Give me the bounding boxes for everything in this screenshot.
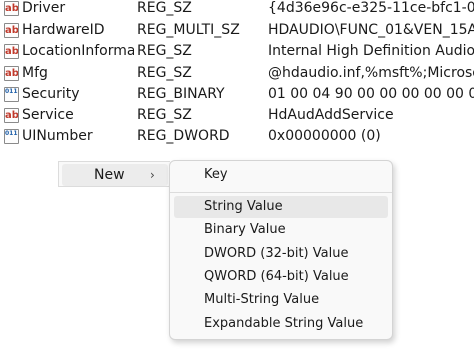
submenu-item-label: Binary Value: [204, 222, 286, 237]
value-data: @hdaudio.inf,%msft%;Microsoft: [268, 65, 474, 81]
value-data: 0x00000000 (0): [268, 128, 381, 144]
submenu-item-qword-value[interactable]: QWORD (64-bit) Value: [174, 266, 388, 288]
value-type: REG_DWORD: [137, 128, 230, 144]
submenu-item-label: Multi-String Value: [204, 292, 320, 307]
submenu-item-label: Expandable String Value: [204, 316, 364, 331]
registry-value-row[interactable]: ab Service REG_SZ HdAudAddService: [0, 105, 474, 126]
value-type: REG_SZ: [137, 0, 192, 16]
value-type: REG_SZ: [137, 107, 192, 123]
string-value-icon: ab: [4, 66, 19, 81]
value-name: HardwareID: [22, 22, 105, 38]
registry-value-row[interactable]: ab LocationInformat... REG_SZ Internal H…: [0, 41, 474, 62]
registry-value-row[interactable]: ab HardwareID REG_MULTI_SZ HDAUDIO\FUNC_…: [0, 20, 474, 41]
menu-item-new[interactable]: New ›: [62, 164, 168, 186]
string-value-icon: ab: [4, 44, 19, 59]
value-data: Internal High Definition Audio Bus: [268, 43, 474, 59]
submenu-item-key[interactable]: Key: [174, 164, 388, 186]
string-value-icon: ab: [4, 108, 19, 123]
submenu-item-label: String Value: [204, 199, 283, 214]
binary-value-icon: 011 110: [4, 129, 19, 144]
value-name: Driver: [22, 0, 66, 16]
context-menu: New ›: [58, 161, 170, 187]
registry-value-row[interactable]: 011 110 UINumber REG_DWORD 0x00000000 (0…: [0, 126, 474, 147]
value-name: UINumber: [22, 128, 93, 144]
submenu-item-label: Key: [204, 167, 228, 182]
registry-value-row[interactable]: ab Driver REG_SZ {4d36e96c-e325-11ce-bfc…: [0, 0, 474, 19]
registry-value-row[interactable]: 011 110 Security REG_BINARY 01 00 04 90 …: [0, 84, 474, 105]
registry-value-row[interactable]: ab Mfg REG_SZ @hdaudio.inf,%msft%;Micros…: [0, 63, 474, 84]
value-type: REG_SZ: [137, 43, 192, 59]
value-type: REG_MULTI_SZ: [137, 22, 240, 38]
new-submenu: Key String Value Binary Value DWORD (32-…: [169, 160, 393, 340]
value-data: 01 00 04 90 00 00 00 00 00 00 00 00 00 0…: [268, 86, 474, 102]
value-name: Mfg: [22, 65, 48, 81]
value-type: REG_SZ: [137, 65, 192, 81]
value-data: HdAudAddService: [268, 107, 394, 123]
submenu-item-dword-value[interactable]: DWORD (32-bit) Value: [174, 243, 388, 265]
submenu-item-multi-string-value[interactable]: Multi-String Value: [174, 289, 388, 311]
submenu-item-binary-value[interactable]: Binary Value: [174, 219, 388, 241]
value-name: LocationInformat...: [22, 43, 134, 59]
value-name: Security: [22, 86, 80, 102]
value-name: Service: [22, 107, 74, 123]
value-type: REG_BINARY: [137, 86, 225, 102]
string-value-icon: ab: [4, 1, 19, 16]
value-data: {4d36e96c-e325-11ce-bfc1-08002be: [268, 0, 474, 16]
submenu-item-expandable-string-value[interactable]: Expandable String Value: [174, 313, 388, 335]
value-data: HDAUDIO\FUNC_01&VEN_15AD&D: [268, 22, 474, 38]
submenu-item-label: QWORD (64-bit) Value: [204, 269, 349, 284]
binary-value-icon: 011 110: [4, 87, 19, 102]
menu-item-new-label: New: [94, 167, 125, 183]
chevron-right-icon: ›: [150, 168, 155, 182]
menu-divider: [170, 192, 392, 193]
submenu-item-string-value[interactable]: String Value: [174, 196, 388, 218]
string-value-icon: ab: [4, 23, 19, 38]
submenu-item-label: DWORD (32-bit) Value: [204, 246, 349, 261]
